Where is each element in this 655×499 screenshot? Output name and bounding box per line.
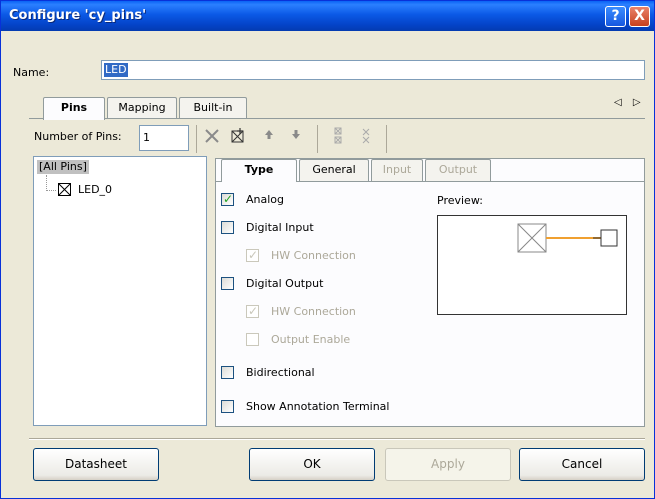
digital-output-hw-label: HW Connection <box>271 305 356 318</box>
bidirectional-checkbox[interactable] <box>221 366 234 379</box>
tab-mapping[interactable]: Mapping <box>107 97 177 119</box>
name-input-value: LED <box>104 63 128 77</box>
tab-general[interactable]: General <box>299 159 369 181</box>
pin-tree[interactable]: [All Pins] LED_0 <box>33 156 207 426</box>
collapse-icon[interactable] <box>356 127 376 147</box>
checkmark-icon: ✓ <box>248 248 259 262</box>
window-title: Configure 'cy_pins' <box>9 8 147 23</box>
name-label: Name: <box>13 66 50 79</box>
delete-icon[interactable] <box>202 127 222 147</box>
digital-input-hw-label: HW Connection <box>271 249 356 262</box>
checkmark-icon: ✓ <box>223 192 234 206</box>
analog-pin-icon <box>58 183 71 196</box>
toolbar-separator <box>317 125 318 153</box>
help-button[interactable]: ? <box>605 6 626 27</box>
tab-output[interactable]: Output <box>425 159 491 181</box>
toolbar-separator <box>386 125 387 153</box>
configure-dialog: Configure 'cy_pins' ? X Name: LED Pins M… <box>0 0 655 499</box>
pin-symbol-preview <box>517 223 618 253</box>
title-bar[interactable]: Configure 'cy_pins' ? X <box>1 1 654 31</box>
number-of-pins-label: Number of Pins: <box>34 130 122 143</box>
tree-root-all-pins[interactable]: [All Pins] <box>37 160 89 174</box>
tab-input[interactable]: Input <box>371 159 423 181</box>
tree-item-led-0[interactable]: LED_0 <box>78 183 112 197</box>
annotation-terminal-checkbox[interactable] <box>221 400 234 413</box>
tab-pins[interactable]: Pins <box>43 97 105 120</box>
tab-divider <box>29 118 645 119</box>
add-pin-icon[interactable] <box>228 127 248 147</box>
button-divider <box>29 438 645 440</box>
ok-button[interactable]: OK <box>249 448 375 481</box>
digital-input-checkbox[interactable] <box>221 221 234 234</box>
digital-output-checkbox[interactable] <box>221 277 234 290</box>
tab-scroll-arrows[interactable]: ◁ ▷ <box>614 97 645 108</box>
close-button[interactable]: X <box>629 6 650 27</box>
digital-input-hw-checkbox[interactable]: ✓ <box>246 248 259 262</box>
datasheet-button[interactable]: Datasheet <box>33 448 159 481</box>
move-up-icon[interactable] <box>259 127 279 147</box>
digital-output-label: Digital Output <box>246 277 324 290</box>
analog-checkbox[interactable]: ✓ <box>221 192 234 206</box>
number-of-pins-input[interactable]: 1 <box>139 125 189 151</box>
tab-type[interactable]: Type <box>221 159 297 182</box>
apply-button[interactable]: Apply <box>385 448 511 481</box>
tab-built-in[interactable]: Built-in <box>179 97 247 119</box>
move-down-icon[interactable] <box>286 127 306 147</box>
tree-connector <box>46 175 47 191</box>
main-tab-strip: Pins Mapping Built-in <box>33 97 645 120</box>
digital-output-hw-checkbox[interactable]: ✓ <box>246 304 259 318</box>
preview-label: Preview: <box>437 194 483 207</box>
cancel-button[interactable]: Cancel <box>519 448 645 481</box>
output-enable-checkbox[interactable] <box>246 333 259 346</box>
preview-box <box>437 215 627 315</box>
analog-label: Analog <box>246 193 285 206</box>
checkmark-icon: ✓ <box>248 304 259 318</box>
number-of-pins-value: 1 <box>143 131 150 144</box>
toolbar-separator <box>196 125 197 153</box>
distribute-icon[interactable] <box>328 127 348 147</box>
annotation-terminal-label: Show Annotation Terminal <box>246 400 390 413</box>
tree-connector <box>46 190 56 191</box>
digital-input-label: Digital Input <box>246 221 314 234</box>
output-enable-label: Output Enable <box>271 333 351 346</box>
bidirectional-label: Bidirectional <box>246 366 315 379</box>
name-input[interactable]: LED <box>101 60 645 80</box>
